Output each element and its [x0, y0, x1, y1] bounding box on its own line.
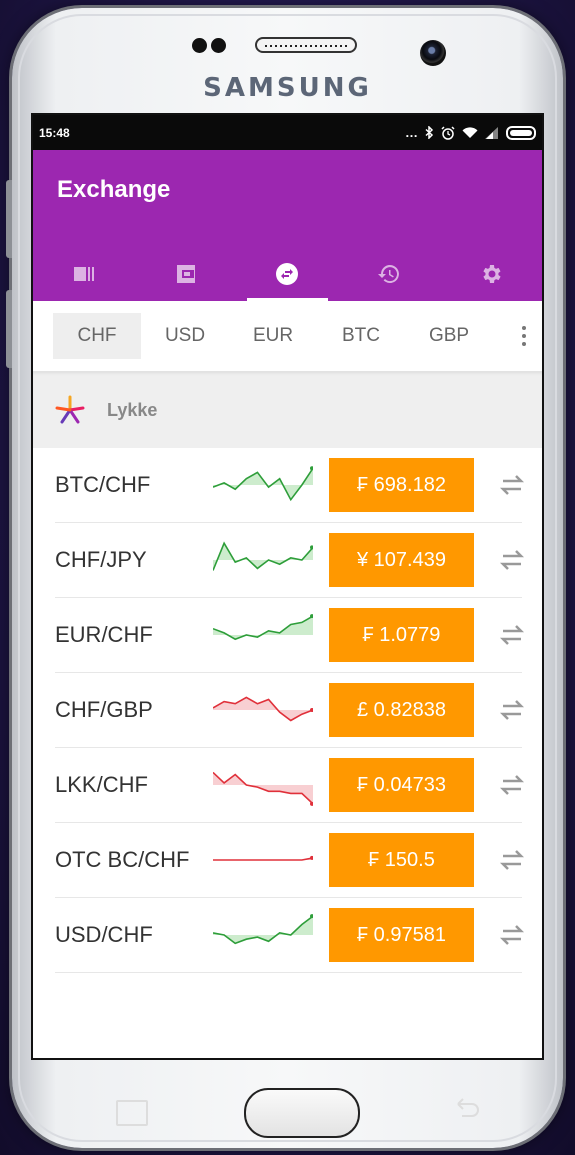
- wifi-icon: [462, 126, 478, 138]
- page-title: Exchange: [57, 176, 171, 203]
- history-icon: [378, 265, 400, 283]
- price-button[interactable]: ₣ 698.182: [329, 458, 474, 512]
- tab-cards[interactable]: [33, 247, 135, 301]
- pair-label: USD/CHF: [55, 922, 153, 947]
- more-options-button[interactable]: [514, 319, 534, 353]
- alarm-icon: [441, 125, 455, 140]
- price-button[interactable]: £ 0.82838: [329, 683, 474, 737]
- source-header: Lykke: [33, 372, 542, 448]
- device-brand: SAMSUNG: [203, 73, 372, 103]
- rate-row: CHF/GBP £ 0.82838: [55, 673, 525, 748]
- sparkline-area: [213, 468, 313, 500]
- swap-icon[interactable]: [497, 472, 527, 498]
- currency-tab-usd[interactable]: USD: [141, 313, 229, 359]
- battery-icon: [506, 125, 536, 140]
- signal-icon: [485, 126, 498, 139]
- sparkline: [213, 466, 313, 502]
- swap-icon[interactable]: [497, 622, 527, 648]
- pair-label: LKK/CHF: [55, 772, 148, 797]
- main-tabs: [33, 247, 542, 301]
- card-icon: [73, 267, 94, 281]
- front-camera: [420, 40, 446, 66]
- tab-wallet[interactable]: [135, 247, 237, 301]
- swap-icon[interactable]: [497, 847, 527, 873]
- currency-tab-chf[interactable]: CHF: [53, 313, 141, 359]
- more-dots-icon: …: [405, 125, 418, 140]
- swap-icon[interactable]: [497, 922, 527, 948]
- phone-frame: SAMSUNG 15:48 … Exchange CHF USD EUR BTC…: [6, 8, 563, 1148]
- sparkline: [213, 914, 313, 945]
- rate-row: LKK/CHF ₣ 0.04733: [55, 748, 525, 823]
- status-bar: 15:48 …: [33, 115, 542, 150]
- back-icon[interactable]: [452, 1096, 482, 1120]
- sparkline-endpoint: [310, 545, 313, 550]
- rate-row: EUR/CHF ₣ 1.0779: [55, 598, 525, 673]
- swap-icon[interactable]: [497, 772, 527, 798]
- hardware-nav: [12, 1068, 563, 1148]
- price-button[interactable]: ₣ 150.5: [329, 833, 474, 887]
- price-button[interactable]: ₣ 0.04733: [329, 758, 474, 812]
- pair-label: OTC BC/CHF: [55, 847, 190, 872]
- screen: 15:48 … Exchange CHF USD EUR BTC GBP Lyk…: [31, 113, 544, 1060]
- currency-tab-btc[interactable]: BTC: [317, 313, 405, 359]
- price-button[interactable]: ₣ 1.0779: [329, 608, 474, 662]
- swap-icon[interactable]: [497, 697, 527, 723]
- tab-history[interactable]: [338, 247, 440, 301]
- volume-down-button: [6, 290, 12, 368]
- sparkline-area: [213, 543, 313, 571]
- price-button[interactable]: ₣ 0.97581: [329, 908, 474, 962]
- pair-label: CHF/JPY: [55, 547, 147, 572]
- rate-row: BTC/CHF ₣ 698.182: [55, 448, 525, 523]
- exchange-icon: [276, 263, 299, 285]
- sensor-dots: [192, 38, 230, 58]
- wallet-icon: [176, 265, 195, 283]
- price-button[interactable]: ¥ 107.439: [329, 533, 474, 587]
- volume-up-button: [6, 180, 12, 258]
- currency-tab-gbp[interactable]: GBP: [405, 313, 493, 359]
- status-icons: …: [405, 125, 536, 140]
- pair-label: BTC/CHF: [55, 472, 151, 497]
- sparkline-endpoint: [310, 466, 313, 471]
- sparkline: [213, 771, 313, 806]
- sparkline-line: [213, 857, 313, 861]
- pair-label: EUR/CHF: [55, 622, 153, 647]
- source-name: Lykke: [107, 399, 158, 420]
- sparkline: [213, 541, 313, 571]
- app-bar: Exchange: [33, 150, 542, 301]
- tab-settings[interactable]: [440, 247, 542, 301]
- rate-row: OTC BC/CHF ₣ 150.5: [55, 823, 525, 898]
- currency-filter-bar: CHF USD EUR BTC GBP: [33, 301, 542, 372]
- settings-icon: [483, 265, 501, 283]
- home-button[interactable]: [244, 1088, 360, 1138]
- status-time: 15:48: [39, 125, 70, 140]
- rates-list: BTC/CHF ₣ 698.182 CHF/JPY ¥ 107.439 EUR/…: [33, 448, 542, 973]
- pair-label: CHF/GBP: [55, 697, 153, 722]
- earpiece-speaker: [255, 37, 357, 53]
- rate-row: CHF/JPY ¥ 107.439: [55, 523, 525, 598]
- swap-icon[interactable]: [497, 547, 527, 573]
- sparkline: [213, 696, 313, 722]
- tab-exchange[interactable]: [237, 247, 339, 301]
- sparkline: [213, 855, 313, 861]
- lykke-logo-icon: [55, 395, 85, 424]
- currency-tab-eur[interactable]: EUR: [229, 313, 317, 359]
- rate-row: USD/CHF ₣ 0.97581: [55, 898, 525, 973]
- recent-apps-button[interactable]: [116, 1100, 148, 1126]
- sparkline: [213, 614, 313, 641]
- bluetooth-icon: [425, 126, 434, 139]
- sparkline-area: [213, 772, 313, 804]
